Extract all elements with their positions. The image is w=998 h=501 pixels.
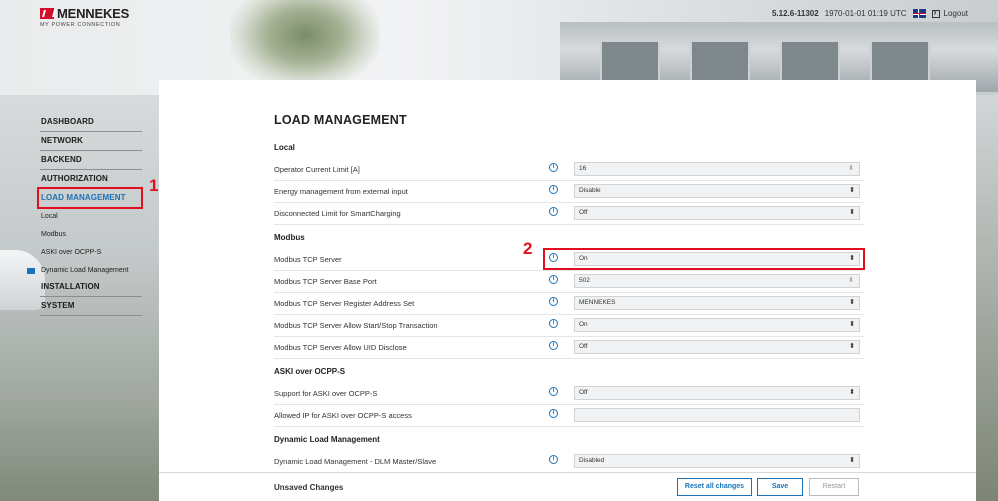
info-icon[interactable]: i	[549, 185, 558, 194]
reset-all-button[interactable]: Reset all changes	[677, 478, 752, 496]
setting-label: Dynamic Load Management - DLM Master/Sla…	[274, 457, 437, 466]
settings-row: Modbus TCP Server Allow UID Disclose i O…	[274, 337, 864, 359]
aski-support-select[interactable]: Off	[574, 386, 860, 400]
operator-current-limit-input[interactable]: 16	[574, 162, 860, 176]
uk-flag-icon[interactable]	[912, 9, 926, 18]
modbus-register-set-select[interactable]: MENNEKES	[574, 296, 860, 310]
info-icon[interactable]: i	[549, 275, 558, 284]
info-icon[interactable]: i	[549, 207, 558, 216]
setting-label: Modbus TCP Server Allow Start/Stop Trans…	[274, 321, 438, 330]
section-title-local: Local	[274, 143, 295, 152]
annotation-number-1: 1	[149, 176, 159, 195]
settings-row: Dynamic Load Management - DLM Master/Sla…	[274, 451, 864, 473]
info-icon[interactable]: i	[549, 163, 558, 172]
sidebar-nav: DASHBOARD NETWORK BACKEND AUTHORIZATION …	[27, 113, 142, 316]
sidebar-subitem-dlm[interactable]: Dynamic Load Management	[27, 262, 142, 280]
sidebar-item-dashboard[interactable]: DASHBOARD	[40, 113, 142, 132]
settings-row: Modbus TCP Server Base Port i 502	[274, 271, 864, 293]
energy-management-select[interactable]: Disable	[574, 184, 860, 198]
setting-label: Modbus TCP Server Base Port	[274, 277, 377, 286]
info-icon[interactable]: i	[549, 341, 558, 350]
info-icon[interactable]: i	[549, 409, 558, 418]
brand: MENNEKES	[40, 6, 129, 21]
section-title-aski: ASKI over OCPP-S	[274, 367, 346, 376]
info-icon[interactable]: i	[549, 455, 558, 464]
info-icon[interactable]: i	[549, 297, 558, 306]
system-datetime: 1970-01-01 01:19 UTC	[824, 9, 907, 18]
sidebar-subitem-aski[interactable]: ASKI over OCPP-S	[40, 244, 142, 262]
unsaved-changes-label: Unsaved Changes	[274, 483, 344, 492]
setting-label: Modbus TCP Server Allow UID Disclose	[274, 343, 407, 352]
settings-row: Operator Current Limit [A] i 16	[274, 159, 864, 181]
logout-icon	[931, 7, 940, 18]
logo: MENNEKES MY POWER CONNECTION	[40, 6, 129, 28]
logout-label: Logout	[943, 9, 968, 18]
settings-row: Support for ASKI over OCPP-S i Off	[274, 383, 864, 405]
setting-label: Allowed IP for ASKI over OCPP-S access	[274, 411, 412, 420]
section-title-dlm: Dynamic Load Management	[274, 435, 380, 444]
aski-allowed-ip-input[interactable]	[574, 408, 860, 422]
setting-label: Modbus TCP Server Register Address Set	[274, 299, 415, 308]
section-title-modbus: Modbus	[274, 233, 305, 242]
building-window	[690, 40, 750, 84]
main-panel: LOAD MANAGEMENT Local Operator Current L…	[159, 80, 976, 501]
brand-name: MENNEKES	[57, 6, 130, 21]
sidebar-subitem-modbus[interactable]: Modbus	[40, 226, 142, 244]
background-right	[976, 95, 998, 501]
modbus-uid-disclose-select[interactable]: Off	[574, 340, 860, 354]
setting-label: Disconnected Limit for SmartCharging	[274, 209, 401, 218]
modbus-base-port-input[interactable]: 502	[574, 274, 860, 288]
settings-row: Disconnected Limit for SmartCharging i O…	[274, 203, 864, 225]
background-tree	[230, 0, 380, 88]
sidebar-item-system[interactable]: SYSTEM	[40, 297, 142, 316]
settings-row: Modbus TCP Server Register Address Set i…	[274, 293, 864, 315]
sidebar-item-network[interactable]: NETWORK	[40, 132, 142, 151]
dlm-mode-select[interactable]: Disabled	[574, 454, 860, 468]
building-window	[870, 40, 930, 84]
modbus-start-stop-select[interactable]: On	[574, 318, 860, 332]
setting-label: Support for ASKI over OCPP-S	[274, 389, 378, 398]
sidebar-item-installation[interactable]: INSTALLATION	[40, 278, 142, 297]
annotation-number-2: 2	[523, 239, 533, 258]
restart-button[interactable]: Restart	[809, 478, 859, 496]
brand-tagline: MY POWER CONNECTION	[40, 22, 121, 28]
unsaved-changes-bar: Unsaved Changes Reset all changes Save R…	[159, 472, 976, 501]
save-button[interactable]: Save	[757, 478, 803, 496]
page-title: LOAD MANAGEMENT	[274, 113, 407, 127]
settings-row: Modbus TCP Server Allow Start/Stop Trans…	[274, 315, 864, 337]
sidebar-subitem-local[interactable]: Local	[40, 208, 142, 226]
info-icon[interactable]: i	[549, 387, 558, 396]
annotation-box-1	[37, 187, 143, 209]
building-window	[780, 40, 840, 84]
top-bar: 5.12.6-11302 1970-01-01 01:19 UTC Logout	[771, 7, 968, 18]
logout-button[interactable]: Logout	[931, 7, 968, 18]
setting-label: Operator Current Limit [A]	[274, 165, 360, 174]
disconnected-limit-select[interactable]: Off	[574, 206, 860, 220]
settings-row: Energy management from external input i …	[274, 181, 864, 203]
setting-label: Modbus TCP Server	[274, 255, 342, 264]
sidebar-item-backend[interactable]: BACKEND	[40, 151, 142, 170]
annotation-box-2	[543, 248, 865, 270]
building-window	[600, 40, 660, 84]
firmware-version: 5.12.6-11302	[771, 9, 819, 18]
info-icon[interactable]: i	[549, 319, 558, 328]
brand-mark-icon	[40, 8, 54, 19]
settings-row: Allowed IP for ASKI over OCPP-S access i	[274, 405, 864, 427]
setting-label: Energy management from external input	[274, 187, 408, 196]
